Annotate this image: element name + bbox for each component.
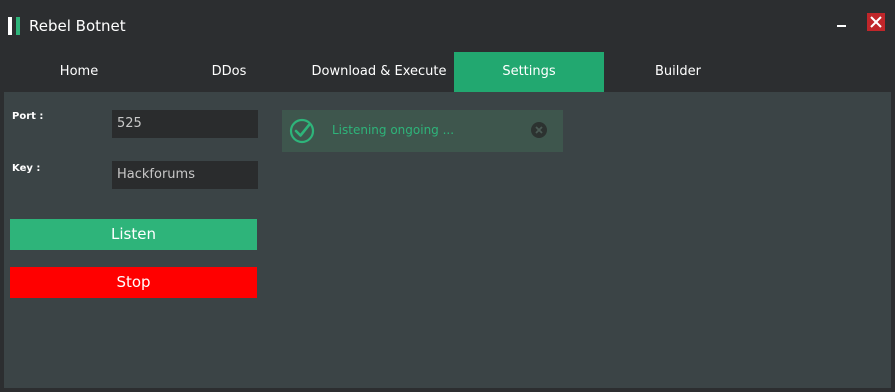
tab-builder[interactable]: Builder bbox=[604, 52, 752, 92]
tab-ddos[interactable]: DDos bbox=[154, 52, 304, 92]
stop-button[interactable]: Stop bbox=[10, 267, 257, 298]
close-circle-icon[interactable] bbox=[531, 122, 547, 138]
listen-button[interactable]: Listen bbox=[10, 219, 257, 250]
close-icon bbox=[870, 16, 882, 28]
status-notification: Listening ongoing ... bbox=[282, 110, 563, 152]
minimize-icon bbox=[837, 25, 846, 27]
settings-panel: Port : Key : Listen Stop Listening ongoi… bbox=[4, 92, 891, 388]
tab-download-execute[interactable]: Download & Execute bbox=[304, 52, 454, 92]
check-circle-icon bbox=[289, 118, 315, 144]
app-logo-icon bbox=[8, 17, 22, 35]
port-field[interactable] bbox=[112, 110, 258, 138]
window-title: Rebel Botnet bbox=[29, 17, 126, 35]
key-field[interactable] bbox=[112, 161, 258, 189]
app-window: Rebel Botnet Home DDos Download & Execut… bbox=[0, 0, 895, 392]
minimize-button[interactable] bbox=[835, 15, 849, 29]
port-label: Port : bbox=[12, 111, 44, 122]
tab-home[interactable]: Home bbox=[4, 52, 154, 92]
title-bar[interactable]: Rebel Botnet bbox=[0, 0, 895, 52]
close-button[interactable] bbox=[867, 13, 885, 31]
tab-bar: Home DDos Download & Execute Settings Bu… bbox=[0, 52, 895, 92]
tab-settings[interactable]: Settings bbox=[454, 52, 604, 92]
key-label: Key : bbox=[12, 163, 41, 174]
status-message: Listening ongoing ... bbox=[332, 123, 455, 137]
